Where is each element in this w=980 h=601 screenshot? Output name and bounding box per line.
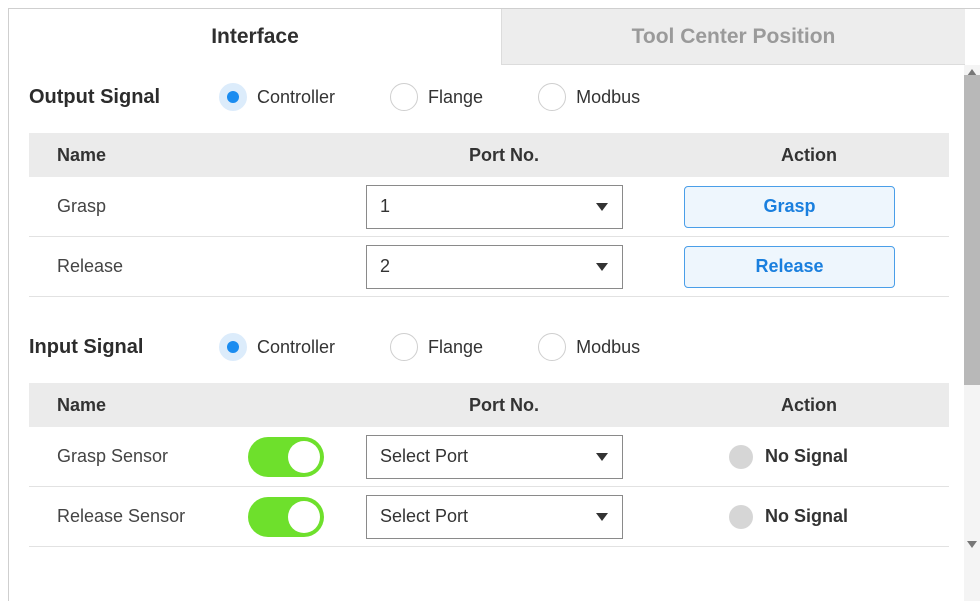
input-signal-header: Input Signal Controller Flange Modbus bbox=[29, 331, 949, 363]
scroll-down-arrow-icon[interactable] bbox=[967, 541, 977, 548]
signal-status-label: No Signal bbox=[765, 506, 849, 526]
radio-unchecked-icon bbox=[538, 83, 567, 111]
release-sensor-toggle[interactable] bbox=[248, 496, 324, 537]
radio-label: Flange bbox=[428, 86, 484, 107]
table-header: Name Port No. Action bbox=[29, 133, 949, 177]
column-header-port: Port No. bbox=[469, 394, 539, 415]
column-header-action: Action bbox=[781, 394, 837, 415]
signal-status-label: No Signal bbox=[765, 446, 849, 466]
table-row: Grasp 1 Grasp bbox=[29, 177, 949, 237]
signal-status: No Signal bbox=[729, 444, 849, 469]
toggle-knob bbox=[288, 440, 320, 473]
row-name: Grasp Sensor bbox=[57, 446, 169, 466]
column-header-name: Name bbox=[57, 394, 107, 415]
port-select[interactable]: 1 bbox=[366, 184, 623, 229]
signal-indicator-icon bbox=[729, 504, 753, 529]
table-row: Grasp Sensor Select Port No Signal bbox=[29, 427, 949, 487]
tab-tool-center-position[interactable]: Tool Center Position bbox=[501, 9, 965, 65]
radio-label: Controller bbox=[257, 336, 336, 357]
port-select-value: 1 bbox=[380, 196, 391, 216]
table-row: Release Sensor Select Port No Signal bbox=[29, 487, 949, 547]
radio-unchecked-icon bbox=[390, 83, 419, 111]
output-signal-header: Output Signal Controller Flange Modbus bbox=[29, 81, 949, 113]
vertical-scrollbar[interactable] bbox=[964, 65, 980, 601]
radio-label: Controller bbox=[257, 86, 336, 107]
dropdown-caret-icon bbox=[596, 512, 608, 521]
dropdown-caret-icon bbox=[596, 202, 608, 211]
release-button[interactable]: Release bbox=[684, 245, 895, 288]
dropdown-caret-icon bbox=[596, 262, 608, 271]
input-radio-flange[interactable]: Flange bbox=[390, 333, 483, 361]
radio-checked-icon bbox=[219, 333, 247, 361]
table-header: Name Port No. Action bbox=[29, 383, 949, 427]
radio-unchecked-icon bbox=[538, 333, 567, 361]
radio-checked-icon bbox=[219, 83, 247, 111]
gripper-settings-panel: Interface Tool Center Position Output Si… bbox=[8, 8, 980, 601]
output-signal-title: Output Signal bbox=[29, 85, 161, 108]
input-radio-modbus[interactable]: Modbus bbox=[538, 333, 640, 361]
input-radio-controller[interactable]: Controller bbox=[219, 333, 335, 361]
row-name: Grasp bbox=[57, 196, 107, 216]
grasp-button[interactable]: Grasp bbox=[684, 185, 895, 228]
output-radio-modbus[interactable]: Modbus bbox=[538, 83, 640, 111]
scrollbar-thumb[interactable] bbox=[964, 75, 980, 385]
port-select-value: 2 bbox=[380, 256, 391, 276]
output-radio-controller[interactable]: Controller bbox=[219, 83, 335, 111]
column-header-port: Port No. bbox=[469, 144, 539, 165]
signal-indicator-icon bbox=[729, 444, 753, 469]
port-select-value: Select Port bbox=[380, 446, 469, 466]
toggle-knob bbox=[288, 500, 320, 533]
radio-label: Modbus bbox=[576, 86, 641, 107]
tab-interface[interactable]: Interface bbox=[9, 9, 501, 65]
output-signal-table: Name Port No. Action Grasp 1 Grasp Relea… bbox=[29, 133, 949, 297]
column-header-name: Name bbox=[57, 144, 107, 165]
input-signal-table: Name Port No. Action Grasp Sensor Select… bbox=[29, 383, 949, 547]
table-row: Release 2 Release bbox=[29, 237, 949, 297]
column-header-action: Action bbox=[781, 144, 837, 165]
tab-bar: Interface Tool Center Position bbox=[9, 9, 965, 65]
port-select[interactable]: Select Port bbox=[366, 434, 623, 479]
radio-unchecked-icon bbox=[390, 333, 419, 361]
radio-label: Modbus bbox=[576, 336, 641, 357]
signal-status: No Signal bbox=[729, 504, 849, 529]
port-select[interactable]: 2 bbox=[366, 244, 623, 289]
radio-label: Flange bbox=[428, 336, 484, 357]
port-select-value: Select Port bbox=[380, 506, 469, 526]
input-signal-title: Input Signal bbox=[29, 335, 144, 358]
dropdown-caret-icon bbox=[596, 452, 608, 461]
grasp-sensor-toggle[interactable] bbox=[248, 436, 324, 477]
row-name: Release bbox=[57, 256, 124, 276]
port-select[interactable]: Select Port bbox=[366, 494, 623, 539]
row-name: Release Sensor bbox=[57, 506, 186, 526]
output-radio-flange[interactable]: Flange bbox=[390, 83, 483, 111]
